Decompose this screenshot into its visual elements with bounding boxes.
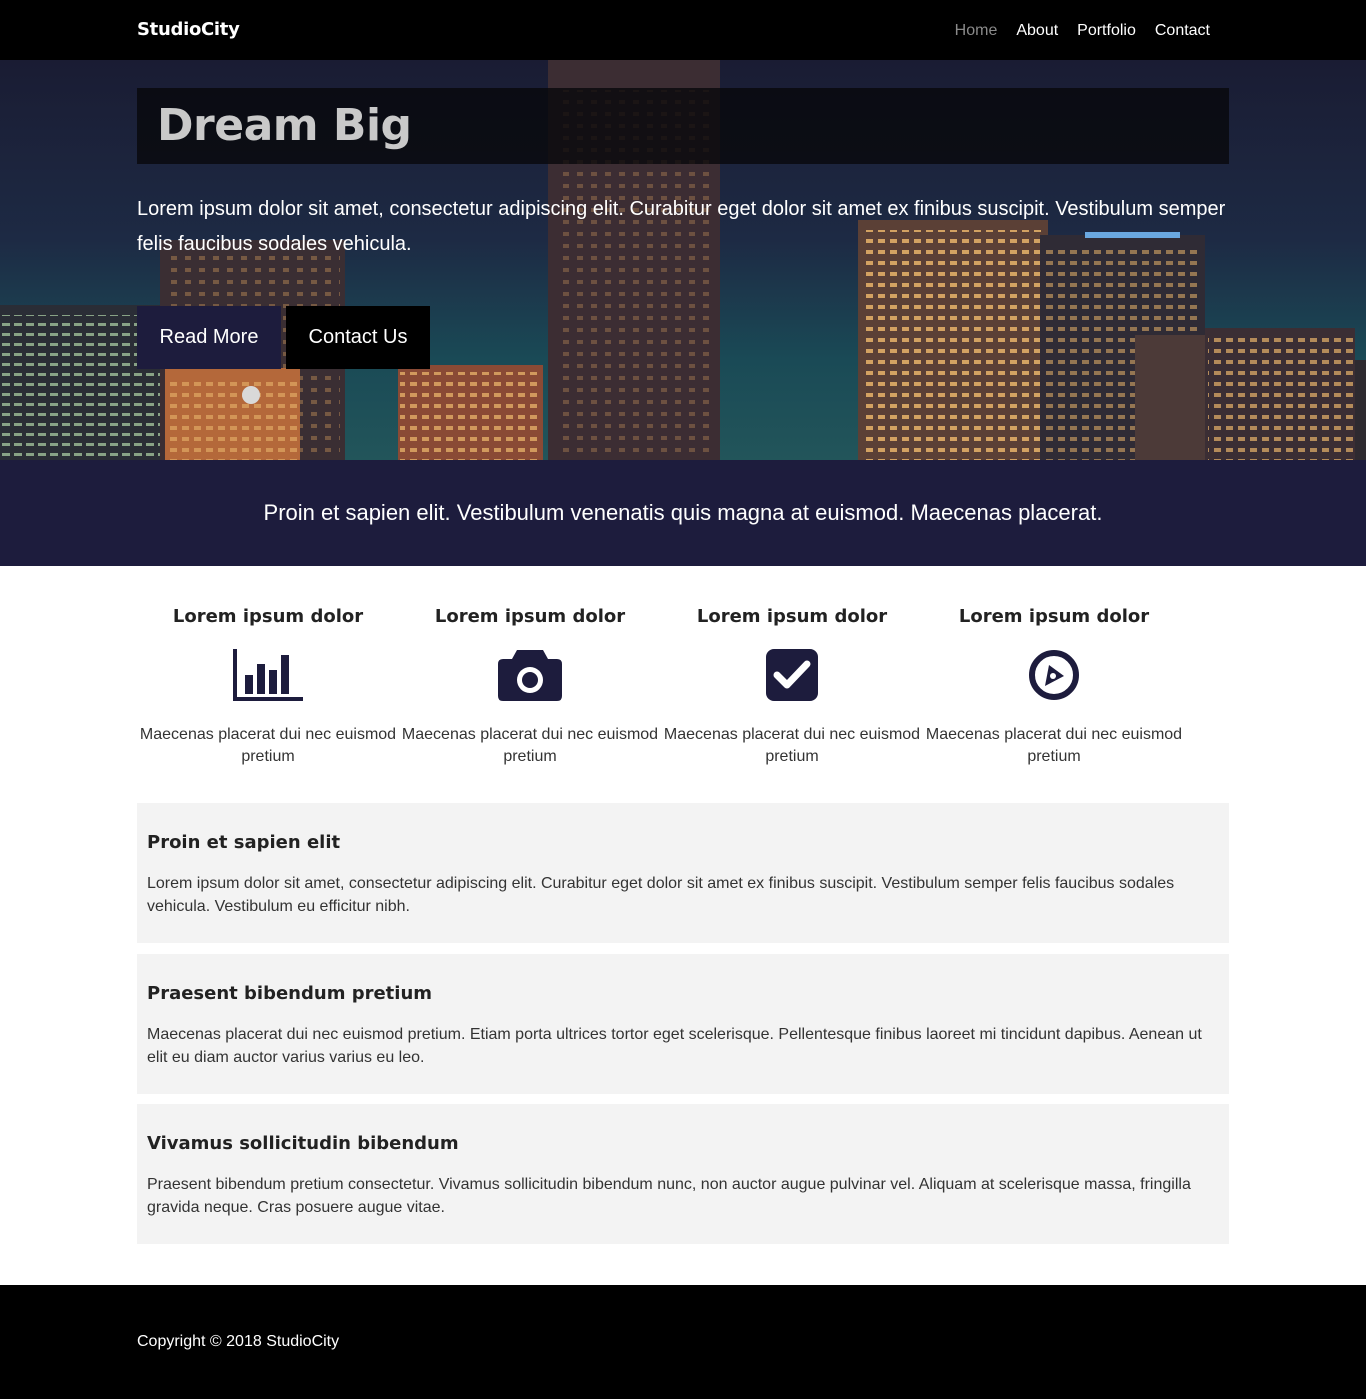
feature-title: Lorem ipsum dolor <box>172 606 364 627</box>
feature-text: Maecenas placerat dui nec euismod pretiu… <box>925 726 1183 765</box>
feature-title: Lorem ipsum dolor <box>958 606 1150 627</box>
check-square-icon <box>757 644 827 706</box>
feature-item: Lorem ipsum dolor Maecenas placerat dui … <box>137 604 399 768</box>
nav-link-home[interactable]: Home <box>955 20 998 42</box>
content-box-text: Lorem ipsum dolor sit amet, consectetur … <box>147 875 1175 915</box>
top-navbar: StudioCity Home About Portfolio Contact <box>0 0 1366 60</box>
content-box-text: Praesent bibendum pretium consectetur. V… <box>147 1176 1191 1216</box>
content-box-title: Proin et sapien elit <box>147 832 341 853</box>
hero-section: Dream Big Lorem ipsum dolor sit amet, co… <box>0 60 1366 460</box>
brand-logo[interactable]: StudioCity <box>137 19 240 41</box>
compass-icon <box>1019 644 1089 706</box>
feature-item: Lorem ipsum dolor Maecenas placerat dui … <box>399 604 661 768</box>
feature-text: Maecenas placerat dui nec euismod pretiu… <box>139 726 397 765</box>
hero-text: Lorem ipsum dolor sit amet, consectetur … <box>137 198 1226 255</box>
nav-link-about[interactable]: About <box>1016 20 1058 42</box>
hero-title: Dream Big <box>157 100 412 151</box>
feature-item: Lorem ipsum dolor Maecenas placerat dui … <box>661 604 923 768</box>
copyright-text: Copyright © 2018 StudioCity <box>137 1333 340 1350</box>
hero-title-box: Dream Big <box>137 88 1229 164</box>
content-box-title: Vivamus sollicitudin bibendum <box>147 1133 459 1154</box>
content-box: Proin et sapien elit Lorem ipsum dolor s… <box>137 803 1229 943</box>
feature-text: Maecenas placerat dui nec euismod pretiu… <box>401 726 659 765</box>
content-box-text: Maecenas placerat dui nec euismod pretiu… <box>147 1026 1202 1066</box>
feature-text: Maecenas placerat dui nec euismod pretiu… <box>663 726 921 765</box>
nav-link-contact[interactable]: Contact <box>1155 20 1210 42</box>
contact-us-button[interactable]: Contact Us <box>286 306 430 369</box>
feature-title: Lorem ipsum dolor <box>696 606 888 627</box>
nav-link-portfolio[interactable]: Portfolio <box>1077 20 1136 42</box>
feature-title: Lorem ipsum dolor <box>434 606 626 627</box>
feature-item: Lorem ipsum dolor Maecenas placerat dui … <box>923 604 1185 768</box>
content-box-title: Praesent bibendum pretium <box>147 983 433 1004</box>
camera-icon <box>495 644 565 706</box>
nav-links: Home About Portfolio Contact <box>955 20 1210 42</box>
content-box: Praesent bibendum pretium Maecenas place… <box>137 954 1229 1094</box>
content-box: Vivamus sollicitudin bibendum Praesent b… <box>137 1104 1229 1244</box>
read-more-button[interactable]: Read More <box>137 306 281 369</box>
footer: Copyright © 2018 StudioCity <box>0 1285 1366 1399</box>
banner-text: Proin et sapien elit. Vestibulum venenat… <box>263 500 1103 525</box>
banner-section: Proin et sapien elit. Vestibulum venenat… <box>0 460 1366 566</box>
bar-chart-icon <box>233 644 303 706</box>
